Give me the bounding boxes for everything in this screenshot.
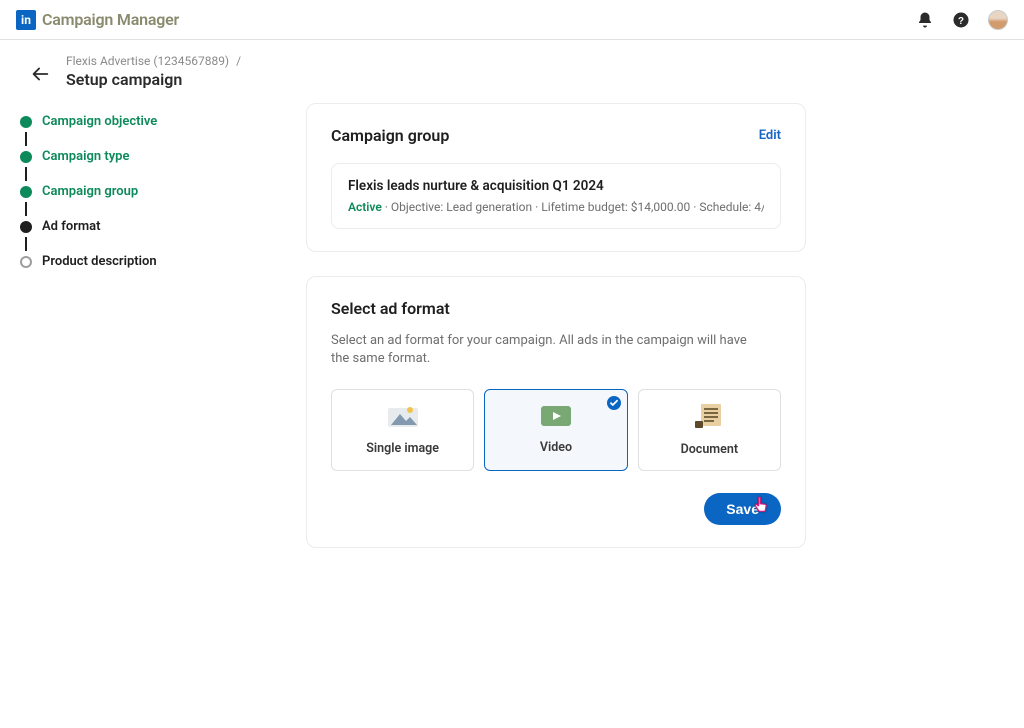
- check-icon: [607, 395, 621, 409]
- step-dot-icon: [20, 221, 32, 233]
- step-campaign-type[interactable]: Campaign type: [20, 146, 270, 167]
- video-icon: [541, 406, 571, 430]
- step-dot-icon: [20, 151, 32, 163]
- meta-budget: Lifetime budget: $14,000.00: [541, 200, 690, 214]
- step-label[interactable]: Campaign group: [42, 184, 138, 199]
- edit-campaign-group-button[interactable]: Edit: [759, 128, 781, 143]
- breadcrumb[interactable]: Flexis Advertise (1234567889) /: [66, 54, 241, 68]
- ad-format-label: Single image: [366, 441, 439, 456]
- step-connector: [25, 237, 27, 251]
- step-label[interactable]: Campaign objective: [42, 114, 157, 129]
- help-icon[interactable]: ?: [952, 11, 970, 29]
- step-campaign-group[interactable]: Campaign group: [20, 181, 270, 202]
- top-nav-right: ?: [916, 10, 1008, 30]
- ad-format-card: Select ad format Select an ad format for…: [306, 276, 806, 548]
- step-dot-icon: [20, 256, 32, 268]
- page-title: Setup campaign: [66, 70, 241, 89]
- image-icon: [388, 405, 418, 431]
- step-label[interactable]: Campaign type: [42, 149, 129, 164]
- ad-format-label: Video: [540, 440, 572, 455]
- ad-format-option-video[interactable]: Video: [484, 389, 627, 471]
- step-connector: [25, 132, 27, 146]
- step-label[interactable]: Product description: [42, 254, 157, 269]
- step-connector: [25, 167, 27, 181]
- app-title: Campaign Manager: [42, 10, 179, 29]
- setup-stepper: Campaign objective Campaign type Campaig…: [20, 103, 270, 572]
- status-badge: Active: [348, 200, 382, 214]
- notifications-bell-icon[interactable]: [916, 11, 934, 29]
- campaign-group-summary: Flexis leads nurture & acquisition Q1 20…: [331, 163, 781, 229]
- save-button[interactable]: Save: [704, 493, 781, 525]
- meta-objective: Objective: Lead generation: [391, 200, 532, 214]
- step-product-description[interactable]: Product description: [20, 251, 270, 272]
- page-header: Flexis Advertise (1234567889) / Setup ca…: [0, 40, 1024, 95]
- step-dot-icon: [20, 116, 32, 128]
- campaign-group-meta: Active · Objective: Lead generation · Li…: [348, 200, 764, 214]
- back-button[interactable]: [28, 62, 52, 86]
- meta-schedule: Schedule: 4/6/2023 to 5/28: [699, 200, 764, 214]
- linkedin-logo-icon: in: [16, 10, 36, 30]
- step-connector: [25, 202, 27, 216]
- card-title: Select ad format: [331, 299, 781, 318]
- ad-format-options: Single image Video: [331, 389, 781, 471]
- card-help-text: Select an ad format for your campaign. A…: [331, 332, 761, 367]
- campaign-group-name: Flexis leads nurture & acquisition Q1 20…: [348, 178, 764, 194]
- breadcrumb-account[interactable]: Flexis Advertise (1234567889): [66, 54, 229, 68]
- campaign-group-card: Campaign group Edit Flexis leads nurture…: [306, 103, 806, 252]
- svg-text:?: ?: [958, 15, 964, 26]
- step-label[interactable]: Ad format: [42, 219, 101, 234]
- ad-format-label: Document: [681, 442, 738, 457]
- ad-format-option-document[interactable]: Document: [638, 389, 781, 471]
- step-ad-format[interactable]: Ad format: [20, 216, 270, 237]
- top-nav: in Campaign Manager ?: [0, 0, 1024, 40]
- step-dot-icon: [20, 186, 32, 198]
- ad-format-option-single-image[interactable]: Single image: [331, 389, 474, 471]
- document-icon: [695, 404, 723, 432]
- profile-avatar[interactable]: [988, 10, 1008, 30]
- breadcrumb-separator: /: [236, 54, 241, 68]
- step-campaign-objective[interactable]: Campaign objective: [20, 111, 270, 132]
- card-title: Campaign group: [331, 126, 449, 145]
- main-content: Campaign group Edit Flexis leads nurture…: [270, 103, 1024, 572]
- brand: in Campaign Manager: [16, 10, 179, 30]
